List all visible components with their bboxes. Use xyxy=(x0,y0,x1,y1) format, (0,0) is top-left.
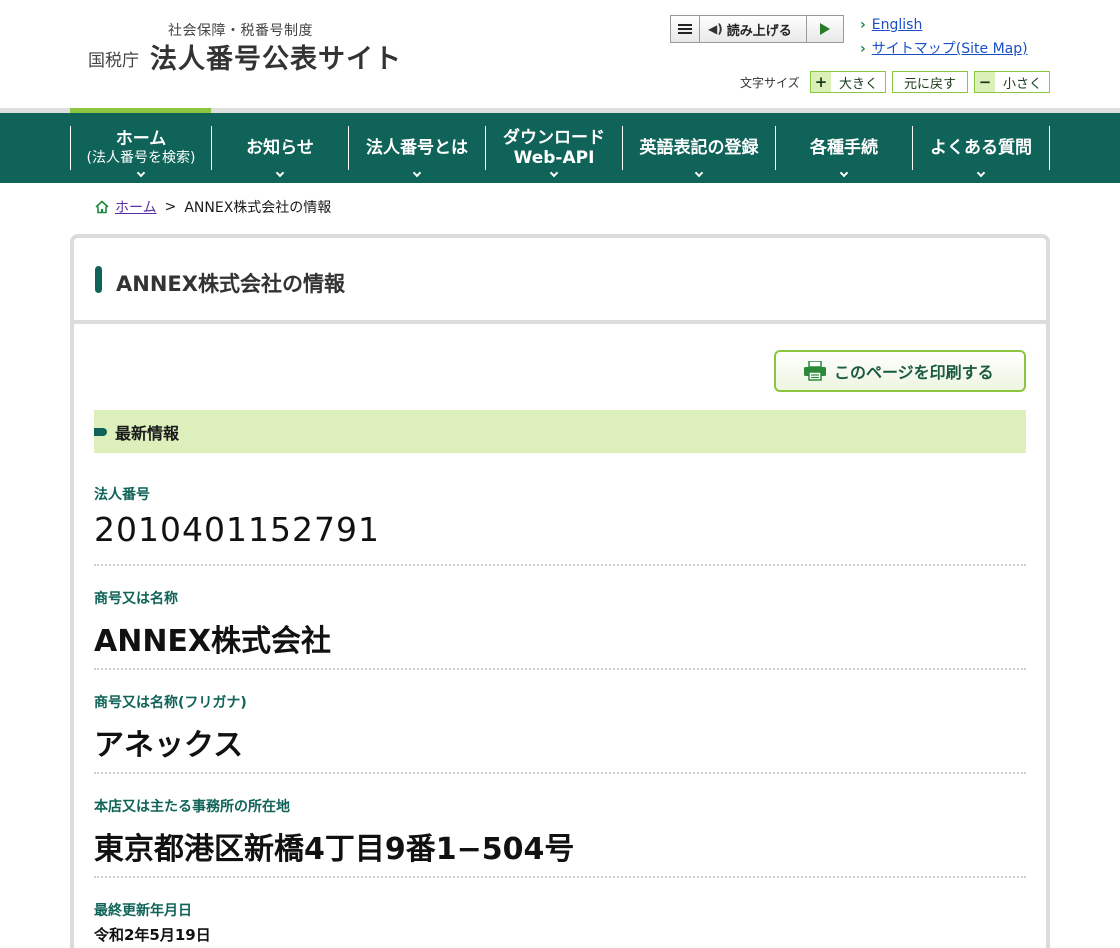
chevron-down-icon xyxy=(839,168,849,178)
chevron-down-icon xyxy=(694,168,704,178)
field-label: 商号又は名称 xyxy=(94,591,178,607)
breadcrumb-current: ANNEX株式会社の情報 xyxy=(184,200,332,216)
chevron-down-icon xyxy=(275,168,285,178)
nav-item-label: よくある質問 xyxy=(930,138,1032,158)
field-value: アネックス xyxy=(94,728,244,763)
field-value: 2010401152791 xyxy=(94,510,380,549)
nav-item-english-registration[interactable]: 英語表記の登録 xyxy=(622,126,775,178)
nav-item-label: お知らせ xyxy=(246,138,314,158)
speaker-icon: ◀) xyxy=(708,22,723,36)
chevron-down-icon xyxy=(976,168,986,178)
panel-header: ANNEX株式会社の情報 xyxy=(74,238,1046,324)
chevron-down-icon xyxy=(549,168,559,178)
field-label: 最終更新年月日 xyxy=(94,903,192,919)
breadcrumb-home-link[interactable]: ホーム xyxy=(115,197,157,217)
minus-icon: − xyxy=(975,72,995,92)
breadcrumb: ホーム > ANNEX株式会社の情報 xyxy=(95,197,331,217)
corporation-info-panel: ANNEX株式会社の情報 このページを印刷する 最新情報 法人番号 201040… xyxy=(70,234,1050,948)
nav-item-download[interactable]: ダウンロード Web-API xyxy=(485,126,622,178)
logo-title: 法人番号公表サイト xyxy=(150,44,402,75)
font-reset-button[interactable]: 元に戻す xyxy=(892,71,968,93)
chevron-down-icon xyxy=(412,168,422,178)
title-accent-bar xyxy=(95,266,102,293)
field-divider xyxy=(94,772,1026,774)
section-header-latest: 最新情報 xyxy=(94,410,1026,453)
field-trade-name-kana: 商号又は名称(フリガナ) アネックス xyxy=(94,692,1026,774)
menu-icon xyxy=(678,24,692,26)
field-divider xyxy=(94,564,1026,566)
field-label: 商号又は名称(フリガナ) xyxy=(94,695,247,711)
nav-item-label: ダウンロード xyxy=(503,128,605,148)
nav-item-label: ホーム xyxy=(115,129,167,149)
section-marker xyxy=(94,427,107,436)
font-reset-label: 元に戻す xyxy=(903,76,956,92)
read-aloud-button[interactable]: ◀) 読み上げる xyxy=(700,16,807,42)
play-icon xyxy=(820,23,830,35)
font-smaller-button[interactable]: − 小さく xyxy=(974,71,1050,93)
sitemap-link[interactable]: サイトマップ(Site Map) xyxy=(860,38,1028,58)
field-label: 法人番号 xyxy=(94,487,150,503)
read-aloud-toolbar: ◀) 読み上げる xyxy=(670,15,844,43)
nav-item-label: 英語表記の登録 xyxy=(639,138,759,158)
field-corporate-number: 法人番号 2010401152791 xyxy=(94,484,1026,566)
field-head-office-address: 本店又は主たる事務所の所在地 東京都港区新橋4丁目9番1−504号 xyxy=(94,796,1026,878)
print-page-button[interactable]: このページを印刷する xyxy=(774,350,1026,392)
home-icon xyxy=(95,200,109,214)
nav-item-faq[interactable]: よくある質問 xyxy=(912,126,1049,178)
nav-item-sublabel: (法人番号を検索) xyxy=(86,150,196,166)
field-last-updated: 最終更新年月日 令和2年5月19日 xyxy=(94,900,1026,945)
font-smaller-label: 小さく xyxy=(1003,76,1043,92)
field-divider xyxy=(94,668,1026,670)
nav-item-home[interactable]: ホーム (法人番号を検索) xyxy=(70,126,211,178)
font-larger-label: 大きく xyxy=(839,76,879,92)
nav-item-sublabel: Web-API xyxy=(513,148,595,168)
global-nav: ホーム (法人番号を検索) お知らせ 法人番号とは ダウンロード Web-API… xyxy=(0,113,1120,183)
nav-item-label: 各種手続 xyxy=(810,138,878,158)
font-larger-button[interactable]: + 大きく xyxy=(810,71,886,93)
nav-divider xyxy=(1049,126,1050,170)
field-value: 令和2年5月19日 xyxy=(94,926,211,944)
printer-icon xyxy=(804,361,826,381)
breadcrumb-separator: > xyxy=(164,199,177,215)
field-trade-name: 商号又は名称 ANNEX株式会社 xyxy=(94,588,1026,670)
play-button[interactable] xyxy=(807,16,843,42)
nav-item-procedures[interactable]: 各種手続 xyxy=(775,126,912,178)
read-aloud-label: 読み上げる xyxy=(726,23,792,39)
nav-item-news[interactable]: お知らせ xyxy=(211,126,348,178)
logo-organization: 国税庁 xyxy=(88,51,139,71)
print-page-label: このページを印刷する xyxy=(834,363,994,382)
english-link[interactable]: English xyxy=(860,17,923,33)
page-title: ANNEX株式会社の情報 xyxy=(116,272,345,296)
field-label: 本店又は主たる事務所の所在地 xyxy=(94,799,290,815)
field-value: ANNEX株式会社 xyxy=(94,624,332,659)
plus-icon: + xyxy=(811,72,831,92)
read-aloud-menu-button[interactable] xyxy=(671,16,700,42)
nav-item-about[interactable]: 法人番号とは xyxy=(348,126,485,178)
field-value: 東京都港区新橋4丁目9番1−504号 xyxy=(94,832,575,867)
nav-item-label: 法人番号とは xyxy=(366,138,468,158)
section-title: 最新情報 xyxy=(115,423,180,443)
font-size-label: 文字サイズ xyxy=(740,76,800,90)
site-header: 社会保障・税番号制度 国税庁 法人番号公表サイト ◀) 読み上げる Englis… xyxy=(0,0,1120,108)
field-divider xyxy=(94,876,1026,878)
chevron-down-icon xyxy=(136,168,146,178)
